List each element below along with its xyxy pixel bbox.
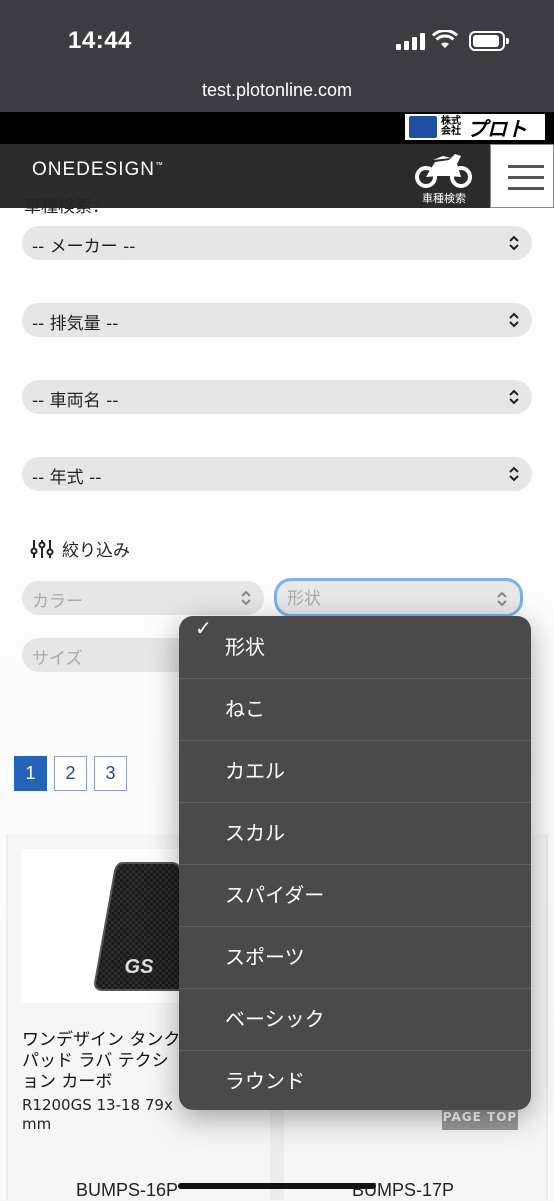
motorcycle-icon <box>415 154 472 188</box>
model-select[interactable]: -- 車両名 -- <box>22 380 532 414</box>
maker-select[interactable]: -- メーカー -- <box>22 226 532 260</box>
sliders-icon <box>30 539 54 558</box>
hamburger-menu-button[interactable] <box>490 144 554 208</box>
product-sku: BUMPS-16P <box>76 1180 179 1200</box>
updown-chevron-icon <box>509 466 519 482</box>
shape-option[interactable]: ✓ 形状 <box>179 616 531 678</box>
shape-select[interactable]: 形状 <box>274 578 523 617</box>
color-select-value: カラー <box>32 592 83 612</box>
plot-logo[interactable]: 株式会社 プロト <box>405 114 545 141</box>
year-select-value: -- 年式 -- <box>32 468 102 488</box>
updown-chevron-icon <box>509 312 519 328</box>
pagination: 1 2 3 <box>14 756 127 791</box>
shape-option-label: カエル <box>225 759 285 783</box>
product-title[interactable]: ワンデザイン タンクパッド ラバ テクション カーボ <box>22 1030 182 1093</box>
company-prefix: 株式会社 <box>441 116 461 137</box>
home-indicator[interactable] <box>178 1183 376 1189</box>
color-select[interactable]: カラー <box>22 581 264 615</box>
shape-option[interactable]: スポーツ <box>179 926 531 988</box>
bike-search-label: 車種検索 <box>422 192 466 205</box>
product-spec: R1200GS 13-18 79x mm <box>22 1096 173 1133</box>
updown-chevron-icon <box>497 591 507 607</box>
shape-option-label: ベーシック <box>225 1007 325 1031</box>
shape-option[interactable]: ねこ <box>179 678 531 740</box>
checkmark-icon: ✓ <box>195 616 212 640</box>
shape-option-label: ラウンド <box>225 1069 305 1093</box>
vehicle-search-label: 車種検索： <box>24 197 109 217</box>
displacement-select[interactable]: -- 排気量 -- <box>22 303 532 337</box>
page-link-2[interactable]: 2 <box>54 756 87 791</box>
page-link-3[interactable]: 3 <box>94 756 127 791</box>
cellular-signal-icon <box>396 33 426 50</box>
year-select[interactable]: -- 年式 -- <box>22 457 532 491</box>
filter-title-text: 絞り込み <box>62 541 130 561</box>
shape-option[interactable]: スカル <box>179 802 531 864</box>
shape-option[interactable]: スパイダー <box>179 864 531 926</box>
size-select-value: サイズ <box>32 649 83 669</box>
status-bar: 14:44 test.plotonline.com <box>0 0 554 112</box>
shape-option-label: 形状 <box>225 635 265 659</box>
shape-option-label: ねこ <box>225 697 265 721</box>
maker-select-value: -- メーカー -- <box>32 237 136 257</box>
shape-option[interactable]: ラウンド <box>179 1050 531 1110</box>
updown-chevron-icon <box>241 590 251 606</box>
shape-option-label: スパイダー <box>225 883 325 907</box>
filter-heading: 絞り込み <box>30 536 130 561</box>
shape-option-label: スカル <box>225 821 285 845</box>
status-time: 14:44 <box>68 27 132 54</box>
shape-option[interactable]: カエル <box>179 740 531 802</box>
updown-chevron-icon <box>509 389 519 405</box>
shape-option[interactable]: ベーシック <box>179 988 531 1050</box>
wifi-icon <box>432 30 458 48</box>
onedesign-logo[interactable]: ONEDESIGN™ <box>32 159 164 181</box>
displacement-select-value: -- 排気量 -- <box>32 314 119 334</box>
shape-dropdown-menu: ✓ 形状 ねこ カエル スカル スパイダー スポーツ ベーシック ラウンド <box>179 616 531 1110</box>
shape-option-label: スポーツ <box>225 945 305 969</box>
gs-logo: GS <box>125 956 155 978</box>
bike-search-button[interactable]: 車種検索 <box>414 146 474 208</box>
page-link-1[interactable]: 1 <box>14 756 47 791</box>
updown-chevron-icon <box>509 235 519 251</box>
shape-select-value: 形状 <box>287 589 321 609</box>
battery-icon <box>469 31 509 51</box>
company-name: プロト <box>467 116 527 141</box>
plot-mark-icon <box>409 116 437 138</box>
address-bar-url[interactable]: test.plotonline.com <box>0 80 554 101</box>
model-select-value: -- 車両名 -- <box>32 391 119 411</box>
